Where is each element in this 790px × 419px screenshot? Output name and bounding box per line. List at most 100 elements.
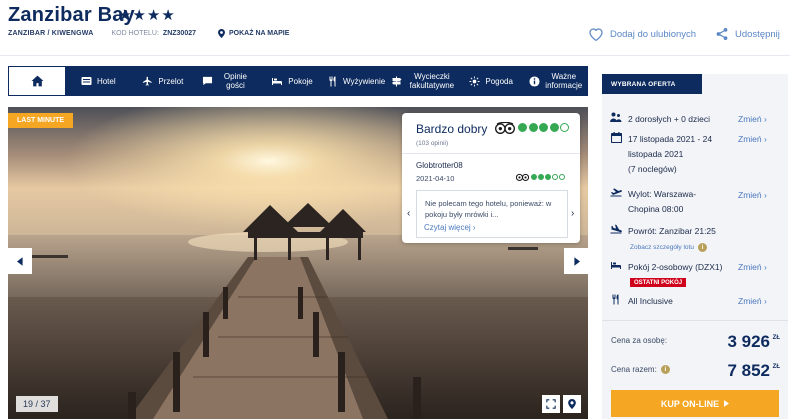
hotel-stars: ★★★★ bbox=[118, 7, 176, 24]
flight-details-link[interactable]: Zobacz szczegóły lotu i bbox=[630, 243, 707, 252]
change-guests-button[interactable]: Zmień › bbox=[738, 114, 767, 124]
offer-guests-row: 2 dorosłych + 0 dzieci bbox=[610, 112, 710, 127]
offer-dates: 17 listopada 2021 - 24 listopada 2021 (7… bbox=[628, 132, 712, 177]
last-room-badge: OSTATNI POKÓJ bbox=[630, 278, 687, 287]
gallery-next-button[interactable] bbox=[564, 248, 588, 274]
change-room-button[interactable]: Zmień › bbox=[738, 262, 767, 272]
change-board-button[interactable]: Zmień › bbox=[738, 296, 767, 306]
review-divider bbox=[402, 153, 580, 154]
rating-bubble bbox=[518, 123, 527, 132]
bed-icon bbox=[272, 78, 283, 85]
rating-bubble bbox=[539, 123, 548, 132]
hotel-location: ZANZIBAR / KIWENGWA bbox=[8, 30, 94, 37]
gallery-prev-button[interactable] bbox=[8, 248, 32, 274]
offer-guests: 2 dorosłych + 0 dzieci bbox=[628, 114, 710, 124]
change-label: Zmień bbox=[738, 114, 762, 124]
nav-rooms-label: Pokoje bbox=[288, 76, 313, 86]
change-label: Zmień bbox=[738, 190, 762, 200]
add-to-favorites-label: Dodaj do ulubionych bbox=[610, 28, 697, 40]
rating-text: Bardzo dobry bbox=[416, 122, 488, 136]
change-dates-button[interactable]: Zmień › bbox=[738, 134, 767, 144]
offer-departure-line-2: Chopina 08:00 bbox=[628, 204, 684, 214]
buy-online-button[interactable]: KUP ON-LINE bbox=[611, 390, 779, 417]
nav-hotel-label: Hotel bbox=[96, 76, 116, 86]
read-more-label: Czytaj więcej bbox=[424, 223, 471, 232]
info-icon: i bbox=[697, 243, 707, 252]
nav-board[interactable]: Wyżywienie bbox=[324, 66, 389, 96]
review-count: (103 opinii) bbox=[416, 140, 449, 147]
offer-departure-row: Wylot: Warszawa- Chopina 08:00 bbox=[610, 187, 696, 217]
change-label: Zmień bbox=[738, 134, 762, 144]
offer-nights: (7 noclegów) bbox=[628, 164, 677, 174]
info-icon bbox=[529, 75, 540, 87]
rating-bubble bbox=[559, 174, 565, 180]
price-per-person-label: Cena za osobę: bbox=[611, 336, 668, 345]
price-per-person: 3 926 bbox=[727, 332, 770, 351]
review-date: 2021-04-10 bbox=[416, 174, 455, 183]
fullscreen-button[interactable] bbox=[542, 395, 560, 413]
offer-room-row: Pokój 2-osobowy (DZX1) bbox=[610, 260, 722, 275]
currency-label: ZŁ bbox=[772, 335, 780, 341]
sun-icon bbox=[469, 75, 480, 87]
last-minute-badge: LAST MINUTE bbox=[8, 113, 74, 128]
nav-rooms[interactable]: Pokoje bbox=[260, 66, 325, 96]
nav-excursions[interactable]: Wycieczki fakultatywne bbox=[389, 66, 459, 96]
nav-excursions-label: Wycieczki fakultatywne bbox=[409, 72, 455, 90]
nav-board-label: Wyżywienie bbox=[343, 76, 386, 86]
hotel-nav: Hotel Przelot Opinie gości Pokoje Wyżywi… bbox=[8, 66, 588, 96]
nav-weather[interactable]: Pogoda bbox=[459, 66, 524, 96]
offer-departure-line-1: Wylot: Warszawa- bbox=[628, 189, 697, 199]
play-arrow-icon bbox=[724, 400, 730, 407]
change-flight-button[interactable]: Zmień › bbox=[738, 190, 767, 200]
rating-bubble bbox=[531, 174, 537, 180]
rating-bubble bbox=[552, 174, 558, 180]
chevron-right-icon: › bbox=[571, 208, 575, 219]
price-total: 7 852 bbox=[727, 361, 770, 380]
info-icon[interactable]: i bbox=[660, 365, 670, 374]
chevron-left-icon bbox=[16, 256, 23, 266]
tripadvisor-small-icon bbox=[516, 173, 529, 181]
rating-bubble bbox=[560, 123, 569, 132]
offer-dates-line-2: listopada 2021 bbox=[628, 149, 684, 159]
add-to-favorites-button[interactable]: Dodaj do ulubionych bbox=[588, 27, 696, 41]
bed-icon bbox=[610, 260, 622, 275]
review-prev-button[interactable]: ‹ bbox=[407, 208, 410, 219]
rating-bubble bbox=[538, 174, 544, 180]
fullscreen-icon bbox=[546, 399, 556, 409]
nav-hotel[interactable]: Hotel bbox=[66, 66, 131, 96]
nav-reviews[interactable]: Opinie gości bbox=[195, 66, 260, 96]
change-label: Zmień bbox=[738, 296, 762, 306]
nav-important-info[interactable]: Ważne informacje bbox=[523, 66, 588, 96]
nav-weather-label: Pogoda bbox=[485, 76, 513, 86]
show-on-map-link[interactable]: POKAŻ NA MAPIE bbox=[218, 29, 289, 38]
offer-dates-line-1: 17 listopada 2021 - 24 bbox=[628, 134, 713, 144]
nav-important-info-label: Ważne informacje bbox=[545, 72, 583, 90]
rating-bubble bbox=[545, 174, 551, 180]
nav-flight[interactable]: Przelot bbox=[131, 66, 196, 96]
offer-room: Pokój 2-osobowy (DZX1) bbox=[628, 262, 723, 272]
plane-takeoff-icon bbox=[610, 187, 622, 217]
offer-dates-row: 17 listopada 2021 - 24 listopada 2021 (7… bbox=[610, 132, 712, 177]
map-pin-icon bbox=[568, 399, 576, 409]
rating-bubble bbox=[549, 123, 559, 132]
review-summary-box: Bardzo dobry (103 opinii) Globtrotter08 … bbox=[402, 113, 580, 243]
hotel-code-label: KOD HOTELU: bbox=[111, 30, 159, 37]
nav-home[interactable] bbox=[8, 66, 66, 96]
read-more-link[interactable]: Czytaj więcej › bbox=[424, 223, 476, 232]
share-button[interactable]: Udostępnij bbox=[715, 27, 780, 41]
change-label: Zmień bbox=[738, 262, 762, 272]
hotel-code-value: ZNZ30027 bbox=[162, 30, 196, 37]
signpost-icon bbox=[391, 76, 402, 86]
chevron-left-icon: ‹ bbox=[407, 208, 411, 219]
chat-icon bbox=[203, 76, 213, 86]
gallery-map-button[interactable] bbox=[563, 395, 581, 413]
author-rating-bubbles bbox=[531, 174, 565, 180]
share-icon bbox=[716, 28, 728, 40]
header-divider bbox=[0, 55, 790, 56]
people-icon bbox=[610, 112, 622, 127]
review-next-button[interactable]: › bbox=[571, 208, 574, 219]
selected-offer-panel: WYBRANA OFERTA 2 dorosłych + 0 dzieci Zm… bbox=[602, 74, 788, 419]
map-pin-icon bbox=[218, 29, 225, 38]
hotel-header: Zanzibar Bay ★★★★ ZANZIBAR / KIWENGWA KO… bbox=[0, 0, 790, 60]
buy-online-label: KUP ON-LINE bbox=[660, 398, 720, 409]
